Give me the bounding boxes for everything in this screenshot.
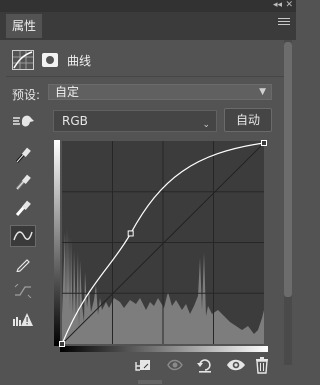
collapse-double-chevron-icon[interactable]: ◂◂	[273, 0, 282, 11]
auto-button[interactable]: 自动	[224, 108, 272, 132]
trash-icon[interactable]	[254, 356, 272, 374]
tab-bar: 属性	[0, 12, 296, 40]
resize-grip[interactable]	[138, 380, 162, 384]
clipping-warning-icon[interactable]	[12, 308, 34, 330]
reset-icon[interactable]	[196, 356, 214, 374]
pencil-draw-icon[interactable]	[12, 253, 34, 275]
eye-visibility-icon[interactable]	[226, 356, 245, 374]
white-point-eyedropper-icon[interactable]	[12, 197, 34, 219]
curve-control-point[interactable]	[127, 230, 134, 237]
input-gradient-bar	[60, 346, 268, 352]
curves-adjustment-icon[interactable]	[12, 50, 34, 70]
clip-to-layer-icon[interactable]	[134, 356, 152, 374]
chevron-down-icon: ▼	[259, 87, 266, 97]
output-gradient-bar	[54, 140, 60, 346]
preset-label: 预设:	[12, 88, 41, 102]
scrollbar-thumb[interactable]	[284, 42, 292, 297]
panel-title: 曲线	[67, 54, 92, 68]
channel-value: RGB	[62, 114, 88, 128]
black-point-eyedropper-icon[interactable]	[12, 144, 34, 166]
on-image-adjust-hand-icon[interactable]	[12, 112, 36, 130]
curve-control-point[interactable]	[261, 140, 267, 146]
layer-mask-icon[interactable]	[42, 53, 58, 67]
gray-point-eyedropper-icon[interactable]	[12, 171, 34, 193]
tab-properties[interactable]: 属性	[6, 14, 43, 38]
chevron-down-icon: ⌄	[202, 120, 210, 130]
curve-point-tool-icon[interactable]	[10, 225, 36, 247]
panel-top-strip	[0, 0, 296, 12]
curves-graph[interactable]	[54, 140, 268, 352]
view-previous-state-icon[interactable]	[166, 356, 184, 374]
panel-menu-icon[interactable]	[278, 18, 290, 26]
smooth-curve-icon[interactable]	[12, 280, 34, 302]
preset-dropdown[interactable]: 自定 ▼	[48, 84, 272, 100]
channel-dropdown[interactable]: RGB ⌄	[53, 110, 217, 132]
divider	[6, 76, 290, 77]
preset-value: 自定	[55, 85, 80, 99]
close-icon[interactable]: ✕	[285, 0, 293, 11]
curve-control-point[interactable]	[59, 341, 65, 347]
